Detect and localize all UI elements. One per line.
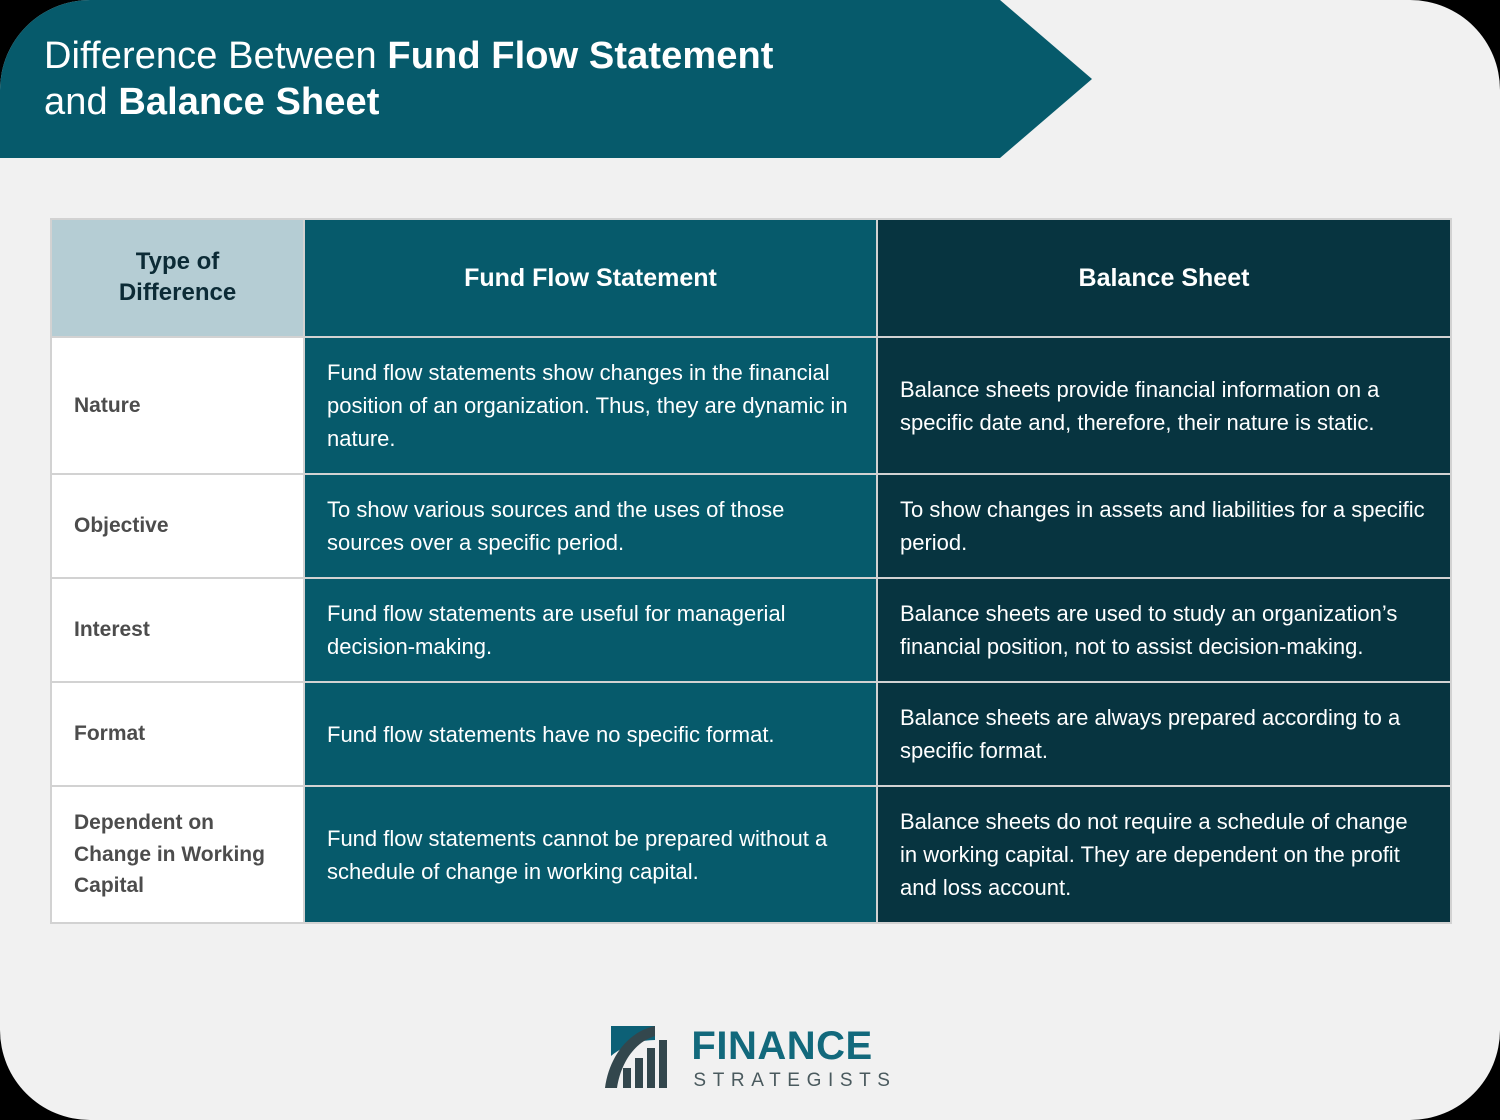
row-label-nature: Nature bbox=[50, 336, 305, 475]
column-header-type-of-difference: Type of Difference bbox=[50, 218, 305, 338]
title-middle: and bbox=[44, 81, 119, 123]
page-title: Difference Between Fund Flow Statement a… bbox=[0, 33, 834, 126]
table-row: Nature Fund flow statements show changes… bbox=[50, 336, 1452, 475]
title-bold-fund-flow-statement: Fund Flow Statement bbox=[387, 34, 774, 77]
comparison-table: Type of Difference Fund Flow Statement B… bbox=[50, 218, 1452, 924]
table-row: Format Fund flow statements have no spec… bbox=[50, 681, 1452, 787]
table-header-row: Type of Difference Fund Flow Statement B… bbox=[50, 218, 1452, 338]
cell-fund-flow-format: Fund flow statements have no specific fo… bbox=[303, 681, 878, 787]
cell-fund-flow-dependent-on-change-in-working-capital: Fund flow statements cannot be prepared … bbox=[303, 785, 878, 924]
column-header-fund-flow-statement: Fund Flow Statement bbox=[303, 218, 878, 338]
table-row: Objective To show various sources and th… bbox=[50, 473, 1452, 579]
cell-balance-sheet-format: Balance sheets are always prepared accor… bbox=[876, 681, 1452, 787]
cell-fund-flow-nature: Fund flow statements show changes in the… bbox=[303, 336, 878, 475]
logo-wordmark: FINANCE STRATEGISTS bbox=[691, 1026, 896, 1090]
row-label-dependent-on-change-in-working-capital: Dependent on Change in Working Capital bbox=[50, 785, 305, 924]
table-row: Interest Fund flow statements are useful… bbox=[50, 577, 1452, 683]
cell-balance-sheet-interest: Balance sheets are used to study an orga… bbox=[876, 577, 1452, 683]
title-prefix: Difference Between bbox=[44, 34, 388, 77]
finance-strategists-logo-icon bbox=[605, 1026, 668, 1088]
row-label-objective: Objective bbox=[50, 473, 305, 579]
cell-fund-flow-objective: To show various sources and the uses of … bbox=[303, 473, 878, 579]
logo-text-finance: FINANCE bbox=[691, 1024, 873, 1068]
cell-balance-sheet-objective: To show changes in assets and liabilitie… bbox=[876, 473, 1452, 579]
column-header-balance-sheet: Balance Sheet bbox=[876, 218, 1452, 338]
row-label-interest: Interest bbox=[50, 577, 305, 683]
table-row: Dependent on Change in Working Capital F… bbox=[50, 785, 1452, 924]
page-card: Difference Between Fund Flow Statement a… bbox=[0, 0, 1500, 1120]
cell-fund-flow-interest: Fund flow statements are useful for mana… bbox=[303, 577, 878, 683]
footer-logo: FINANCE STRATEGISTS bbox=[0, 1018, 1500, 1098]
logo-text-strategists: STRATEGISTS bbox=[693, 1070, 897, 1091]
header-banner: Difference Between Fund Flow Statement a… bbox=[0, 0, 1092, 158]
cell-balance-sheet-nature: Balance sheets provide financial informa… bbox=[876, 336, 1452, 475]
row-label-format: Format bbox=[50, 681, 305, 787]
title-bold-balance-sheet: Balance Sheet bbox=[118, 81, 380, 123]
cell-balance-sheet-dependent-on-change-in-working-capital: Balance sheets do not require a schedule… bbox=[876, 785, 1452, 924]
